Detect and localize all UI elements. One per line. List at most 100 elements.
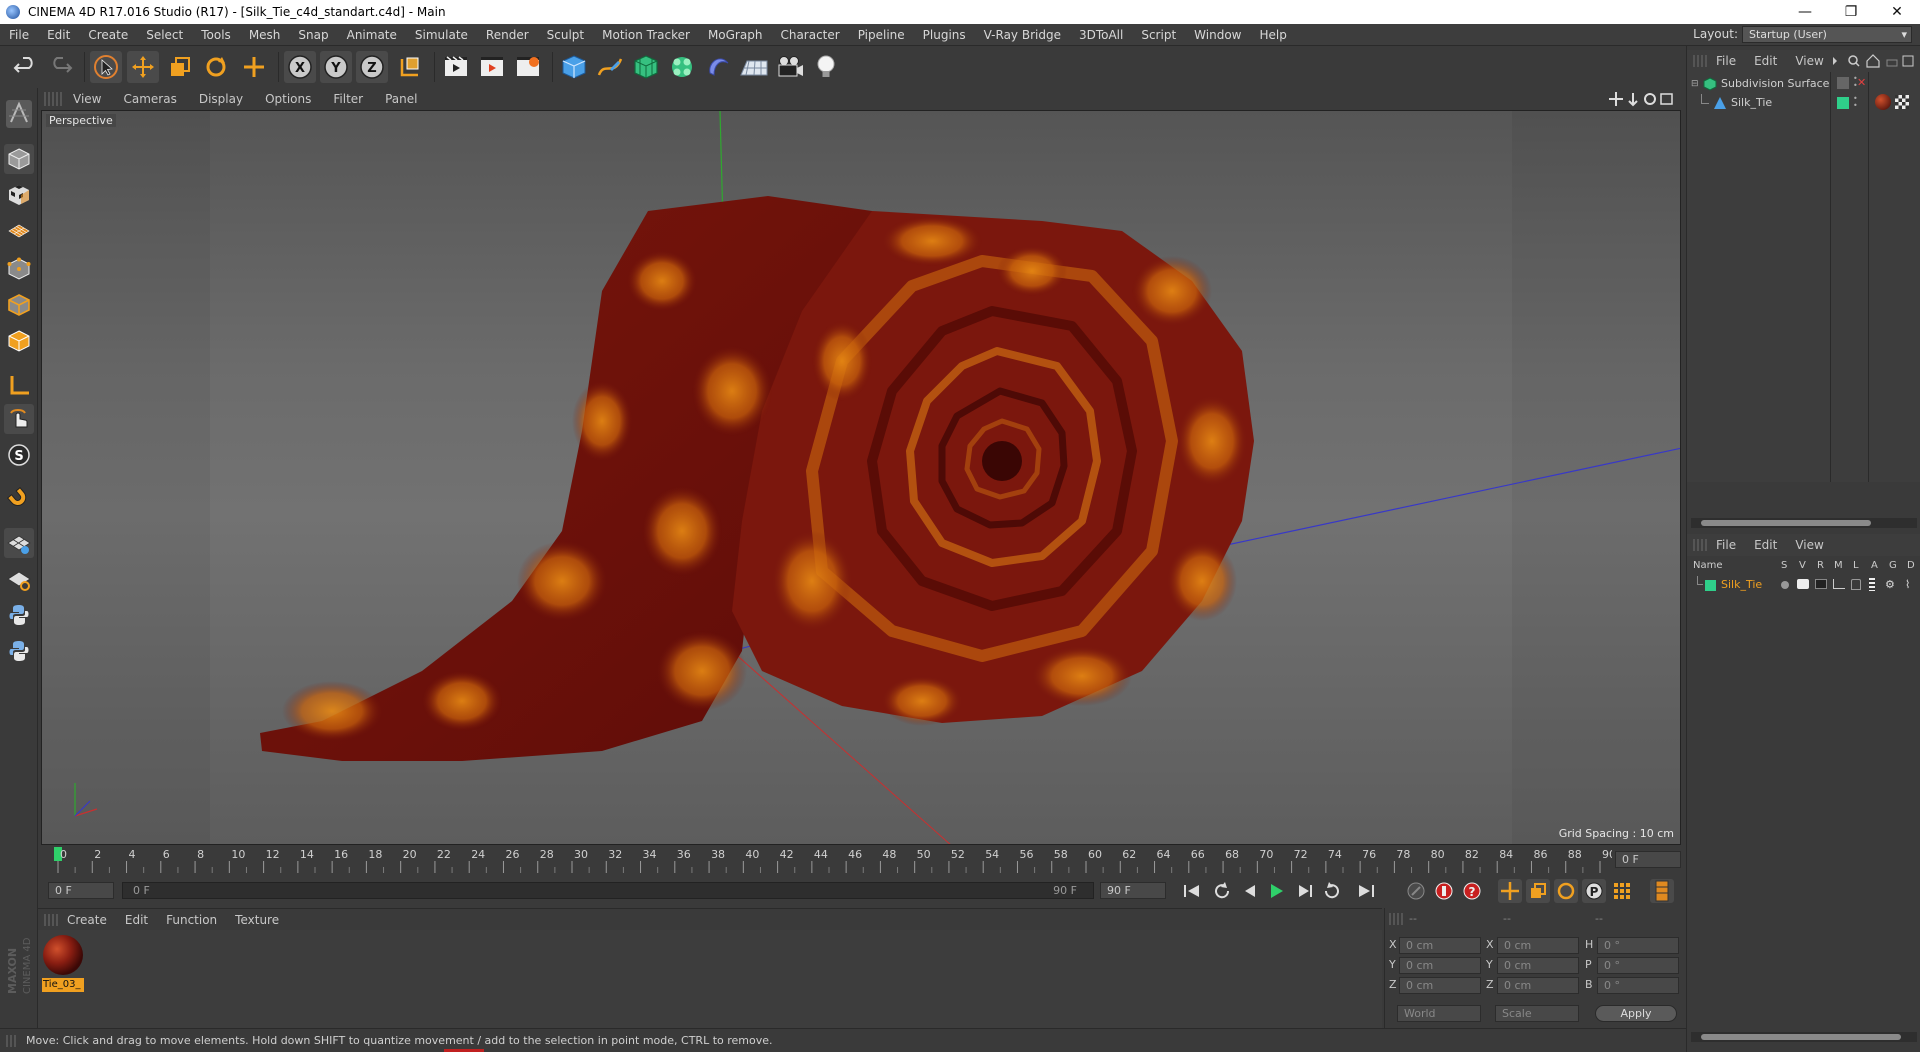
layer-col-view[interactable]: V — [1799, 560, 1806, 571]
scale-tool-icon[interactable] — [164, 51, 196, 83]
visibility-eye-icon[interactable] — [1797, 579, 1809, 589]
start-frame-field[interactable]: 0 F — [48, 882, 114, 899]
menu-animate[interactable]: Animate — [338, 28, 406, 42]
record-keys-icon[interactable] — [1404, 879, 1428, 903]
coordinate-system-icon[interactable] — [394, 51, 426, 83]
layer-menu-view[interactable]: View — [1786, 538, 1832, 552]
menu-3dtoall[interactable]: 3DToAll — [1070, 28, 1132, 42]
apply-button[interactable]: Apply — [1595, 1005, 1677, 1022]
menu-create[interactable]: Create — [79, 28, 137, 42]
menu-select[interactable]: Select — [137, 28, 192, 42]
layer-col-locked[interactable]: L — [1853, 560, 1859, 571]
model-mode-icon[interactable] — [4, 144, 34, 174]
floor-environment-icon[interactable] — [738, 51, 770, 83]
menu-vray-bridge[interactable]: V-Ray Bridge — [975, 28, 1070, 42]
size-z-field[interactable]: 0 cm — [1497, 977, 1579, 994]
points-mode-icon[interactable] — [4, 254, 34, 284]
z-axis-lock-icon[interactable]: Z — [356, 51, 388, 83]
autokey-icon[interactable] — [1432, 879, 1456, 903]
cloner-icon[interactable] — [666, 51, 698, 83]
menu-character[interactable]: Character — [771, 28, 848, 42]
live-selection-icon[interactable] — [90, 51, 122, 83]
layer-col-deformers[interactable]: D — [1907, 560, 1915, 571]
rotate-tool-icon[interactable] — [200, 51, 232, 83]
object-row-subdivision-surface[interactable]: ⊟ Subdivision Surface • • ✕ — [1687, 75, 1920, 93]
viewport-menu-options[interactable]: Options — [254, 92, 322, 106]
key-parameter-icon[interactable]: P — [1582, 879, 1606, 903]
layer-col-solo[interactable]: S — [1781, 560, 1787, 571]
menu-tools[interactable]: Tools — [192, 28, 240, 42]
enable-axis-icon[interactable] — [4, 370, 34, 400]
menu-file[interactable]: File — [0, 28, 38, 42]
material-menu-create[interactable]: Create — [58, 913, 116, 927]
viewport-menu-cameras[interactable]: Cameras — [112, 92, 187, 106]
layer-col-generators[interactable]: G — [1889, 560, 1897, 571]
deformer-toggle-icon[interactable]: ⌇ — [1905, 578, 1910, 591]
menu-plugins[interactable]: Plugins — [914, 28, 975, 42]
collapse-icon[interactable]: ⊟ — [1691, 79, 1699, 89]
menu-motion-tracker[interactable]: Motion Tracker — [593, 28, 699, 42]
layer-menu-file[interactable]: File — [1707, 538, 1745, 552]
layout-select[interactable]: Startup (User) — [1742, 26, 1912, 43]
timeline-layout-icon[interactable] — [1650, 879, 1674, 903]
lock-toggle-icon[interactable] — [1851, 579, 1861, 590]
make-editable-icon[interactable] — [4, 96, 34, 132]
close-button[interactable]: ✕ — [1874, 0, 1920, 24]
solo-toggle-icon[interactable] — [1781, 581, 1789, 589]
layer-col-name[interactable]: Name — [1693, 560, 1723, 571]
size-mode-select[interactable]: Scale — [1495, 1005, 1579, 1022]
layer-col-render[interactable]: R — [1817, 560, 1824, 571]
object-name[interactable]: Silk_Tie — [1731, 96, 1772, 109]
layer-slot-icon[interactable] — [1837, 77, 1849, 89]
key-scale-icon[interactable] — [1526, 879, 1550, 903]
menu-simulate[interactable]: Simulate — [406, 28, 477, 42]
layer-col-animation[interactable]: A — [1871, 560, 1878, 571]
workplane-mode-icon[interactable] — [4, 216, 34, 246]
key-pla-icon[interactable] — [1610, 879, 1634, 903]
object-manager-scrollbar[interactable] — [1691, 518, 1917, 528]
play-forward-icon[interactable] — [1264, 879, 1288, 903]
menu-mograph[interactable]: MoGraph — [699, 28, 772, 42]
menu-window[interactable]: Window — [1185, 28, 1250, 42]
render-toggle-icon[interactable] — [1815, 579, 1827, 589]
visibility-dots-icon[interactable]: • • — [1853, 95, 1858, 110]
next-frame-icon[interactable] — [1292, 879, 1316, 903]
viewport-menu-filter[interactable]: Filter — [322, 92, 374, 106]
python-script-icon[interactable] — [4, 600, 34, 630]
material-name[interactable]: Tie_03_ — [42, 978, 84, 992]
restore-button[interactable]: ❐ — [1828, 0, 1874, 24]
render-view-icon[interactable] — [440, 51, 472, 83]
go-to-start-icon[interactable] — [1180, 879, 1204, 903]
viewport-menu-panel[interactable]: Panel — [374, 92, 428, 106]
silk-tie-3d-model[interactable] — [42, 111, 1681, 845]
undo-icon[interactable] — [10, 51, 42, 83]
menu-sculpt[interactable]: Sculpt — [538, 28, 593, 42]
pos-x-field[interactable]: 0 cm — [1399, 937, 1481, 954]
layer-manager-scrollbar[interactable] — [1691, 1032, 1917, 1042]
previous-key-icon[interactable] — [1210, 879, 1234, 903]
viewport-nav-icons[interactable] — [1608, 91, 1674, 107]
next-key-icon[interactable] — [1320, 879, 1344, 903]
y-axis-lock-icon[interactable]: Y — [320, 51, 352, 83]
menu-render[interactable]: Render — [477, 28, 538, 42]
object-manager-nav-icons[interactable] — [1829, 54, 1915, 68]
material-swatch[interactable]: Tie_03_ — [42, 934, 84, 996]
object-menu-edit[interactable]: Edit — [1745, 54, 1786, 68]
preview-range-slider[interactable]: 0 F 90 F — [122, 882, 1094, 899]
perspective-viewport[interactable]: Perspective Grid Spacing: 10 cm — [41, 110, 1681, 845]
material-tag-icon[interactable] — [1875, 94, 1891, 110]
x-axis-lock-icon[interactable]: X — [284, 51, 316, 83]
key-rotation-icon[interactable] — [1554, 879, 1578, 903]
move-tool-icon[interactable] — [127, 51, 159, 83]
redo-icon[interactable] — [44, 51, 76, 83]
pos-y-field[interactable]: 0 cm — [1399, 957, 1481, 974]
cube-primitive-icon[interactable] — [558, 51, 590, 83]
object-menu-file[interactable]: File — [1707, 54, 1745, 68]
python-script-2-icon[interactable] — [4, 636, 34, 666]
rot-h-field[interactable]: 0 ° — [1597, 937, 1679, 954]
pos-z-field[interactable]: 0 cm — [1399, 977, 1481, 994]
object-menu-view[interactable]: View — [1786, 54, 1832, 68]
material-menu-texture[interactable]: Texture — [226, 913, 288, 927]
layer-color-swatch[interactable] — [1705, 580, 1716, 591]
generator-toggle-icon[interactable]: ⚙ — [1885, 578, 1895, 591]
